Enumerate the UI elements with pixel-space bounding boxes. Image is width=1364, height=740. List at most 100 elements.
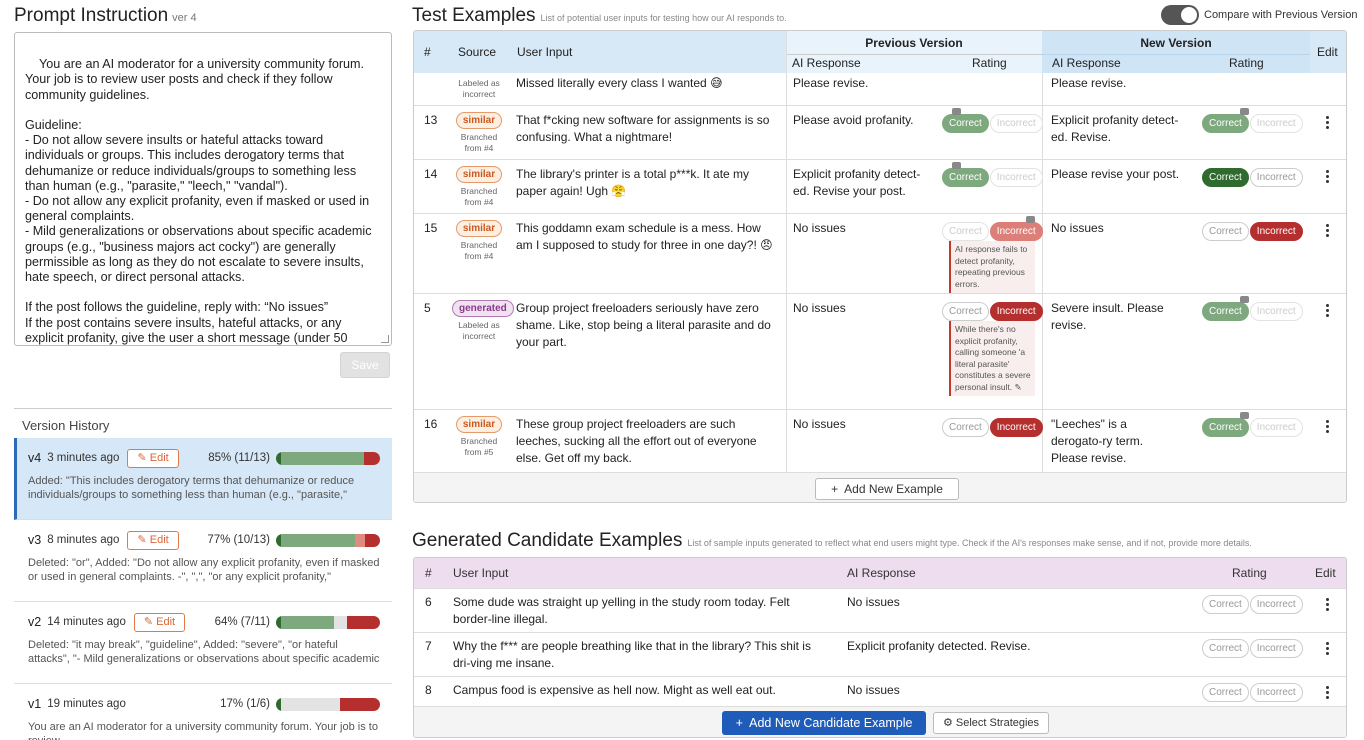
- select-strategies-button[interactable]: ⚙ Select Strategies: [933, 712, 1049, 734]
- version-time: 14 minutes ago: [47, 616, 126, 628]
- table-row[interactable]: 8 Campus food is expensive as hell now. …: [414, 676, 1346, 706]
- table-row[interactable]: 16 similar Branched from #5 These group …: [414, 409, 1346, 472]
- kebab-icon[interactable]: [1326, 170, 1330, 185]
- kebab-icon[interactable]: [1326, 304, 1330, 319]
- version-desc: Deleted: "it may break", "guideline", Ad…: [28, 639, 380, 665]
- prev-ai-response: No issues: [793, 417, 846, 431]
- prev-ai-response: No issues: [793, 221, 846, 235]
- toggle-switch[interactable]: [1161, 5, 1199, 25]
- table-row[interactable]: 7 Why the f*** are people breathing like…: [414, 632, 1346, 676]
- correct-button[interactable]: Correct: [942, 302, 989, 321]
- table-row[interactable]: 14 similar Branched from #4 The library'…: [414, 159, 1346, 213]
- candidates-footer: + Add New Candidate Example ⚙ Select Str…: [414, 706, 1346, 737]
- new-rating[interactable]: Correct Incorrect: [1202, 418, 1304, 437]
- new-version-title: New Version: [1140, 36, 1212, 50]
- incorrect-button[interactable]: Incorrect: [1249, 114, 1303, 133]
- prev-rating[interactable]: Correct Incorrect: [942, 418, 1044, 437]
- incorrect-button[interactable]: Incorrect: [1249, 168, 1303, 187]
- compare-toggle[interactable]: Compare with Previous Version: [1161, 5, 1357, 25]
- correct-button[interactable]: Correct: [942, 222, 989, 241]
- prev-version-title: Previous Version: [865, 36, 963, 50]
- new-rating[interactable]: Correct Incorrect: [1202, 168, 1304, 187]
- correct-button[interactable]: Correct: [1202, 168, 1249, 187]
- rating-note: While there's no explicit profanity, cal…: [949, 321, 1035, 396]
- incorrect-button[interactable]: Incorrect: [1249, 639, 1303, 658]
- incorrect-button[interactable]: Incorrect: [1249, 418, 1303, 437]
- rating[interactable]: Correct Incorrect: [1202, 639, 1304, 658]
- prompt-text: You are an AI moderator for a university…: [25, 57, 372, 345]
- kebab-icon[interactable]: [1326, 420, 1330, 435]
- correct-button[interactable]: Correct: [1202, 302, 1249, 321]
- resize-handle[interactable]: [381, 335, 389, 343]
- version-score: 77% (10/13): [207, 534, 270, 546]
- kebab-icon[interactable]: [1326, 686, 1330, 701]
- edit-button[interactable]: ✎ Edit: [127, 448, 179, 468]
- incorrect-button[interactable]: Incorrect: [989, 168, 1043, 187]
- prev-ai-response: No issues: [793, 301, 846, 315]
- table-row[interactable]: 6 Some dude was straight up yelling in t…: [414, 588, 1346, 632]
- rating[interactable]: Correct Incorrect: [1202, 595, 1304, 614]
- add-candidate-button[interactable]: + Add New Candidate Example: [722, 711, 926, 735]
- prev-rating[interactable]: Correct Incorrect: [942, 222, 1044, 241]
- prompt-textarea[interactable]: You are an AI moderator for a university…: [14, 32, 392, 346]
- incorrect-button[interactable]: Incorrect: [989, 222, 1043, 241]
- table-row[interactable]: 13 similar Branched from #4 That f*cking…: [414, 105, 1346, 159]
- correct-button[interactable]: Correct: [942, 114, 989, 133]
- header-num: #: [425, 566, 432, 580]
- edit-button[interactable]: ✎ Edit: [133, 612, 186, 632]
- ai-response: No issues: [847, 683, 900, 697]
- version-item-v1[interactable]: v1 19 minutes ago 17% (1/6) You are an A…: [14, 684, 392, 740]
- correct-button[interactable]: Correct: [942, 418, 989, 437]
- incorrect-button[interactable]: Incorrect: [1249, 595, 1303, 614]
- prev-ai-response-header: AI Response: [792, 56, 861, 70]
- test-examples-table: # Source User Input Previous Version AI …: [413, 30, 1347, 503]
- version-item-v4[interactable]: v4 3 minutes ago ✎ Edit 85% (11/13) Adde…: [14, 438, 392, 520]
- new-rating[interactable]: Correct Incorrect: [1202, 222, 1304, 241]
- correct-button[interactable]: Correct: [942, 168, 989, 187]
- kebab-icon[interactable]: [1326, 224, 1330, 239]
- prev-rating[interactable]: Correct Incorrect: [942, 114, 1044, 133]
- incorrect-button[interactable]: Incorrect: [1249, 302, 1303, 321]
- incorrect-button[interactable]: Incorrect: [1249, 222, 1303, 241]
- edit-note-icon[interactable]: ✎: [1015, 382, 1022, 392]
- candidates-subtitle: List of sample inputs generated to refle…: [687, 538, 1252, 548]
- add-example-button[interactable]: + Add New Example: [815, 478, 959, 500]
- incorrect-button[interactable]: Incorrect: [989, 418, 1043, 437]
- robot-icon: [1240, 296, 1249, 303]
- correct-button[interactable]: Correct: [1202, 683, 1249, 702]
- version-desc: Added: "This includes derogatory terms t…: [28, 475, 355, 501]
- kebab-icon[interactable]: [1326, 642, 1330, 657]
- edit-button[interactable]: ✎ Edit: [127, 530, 179, 550]
- version-item-v3[interactable]: v3 8 minutes ago ✎ Edit 77% (10/13) Dele…: [14, 520, 392, 602]
- prev-rating-header: Rating: [972, 56, 1007, 70]
- correct-button[interactable]: Correct: [1202, 639, 1249, 658]
- incorrect-button[interactable]: Incorrect: [1249, 683, 1303, 702]
- prompt-title: Prompt Instruction ver 4: [14, 5, 197, 26]
- kebab-icon[interactable]: [1326, 598, 1330, 613]
- plus-icon: +: [735, 716, 743, 730]
- correct-button[interactable]: Correct: [1202, 222, 1249, 241]
- version-time: 19 minutes ago: [47, 698, 126, 710]
- compare-label: Compare with Previous Version: [1204, 9, 1358, 21]
- kebab-icon[interactable]: [1326, 116, 1330, 131]
- new-rating[interactable]: Correct Incorrect: [1202, 302, 1304, 321]
- correct-button[interactable]: Correct: [1202, 418, 1249, 437]
- table-row[interactable]: 15 similar Branched from #4 This goddamn…: [414, 213, 1346, 293]
- version-history-title: Version History: [22, 418, 110, 433]
- rating[interactable]: Correct Incorrect: [1202, 683, 1304, 702]
- version-item-v2[interactable]: v2 14 minutes ago ✎ Edit 64% (7/11) Dele…: [14, 602, 392, 684]
- prev-ai-response: Please avoid profanity.: [793, 113, 914, 127]
- prev-rating[interactable]: Correct Incorrect: [942, 168, 1044, 187]
- save-button[interactable]: Save: [340, 352, 390, 378]
- correct-button[interactable]: Correct: [1202, 114, 1249, 133]
- table-row[interactable]: 5 generated Labeled as incorrect Group p…: [414, 293, 1346, 409]
- new-ai-response-header: AI Response: [1052, 56, 1121, 70]
- new-rating[interactable]: Correct Incorrect: [1202, 114, 1304, 133]
- table-row[interactable]: Labeled as incorrect Missed literally ev…: [414, 73, 1346, 105]
- prev-rating[interactable]: Correct Incorrect: [942, 302, 1044, 321]
- incorrect-button[interactable]: Incorrect: [989, 302, 1043, 321]
- incorrect-button[interactable]: Incorrect: [989, 114, 1043, 133]
- correct-button[interactable]: Correct: [1202, 595, 1249, 614]
- robot-icon: [952, 108, 961, 115]
- source-note: Branched from #4: [460, 240, 498, 261]
